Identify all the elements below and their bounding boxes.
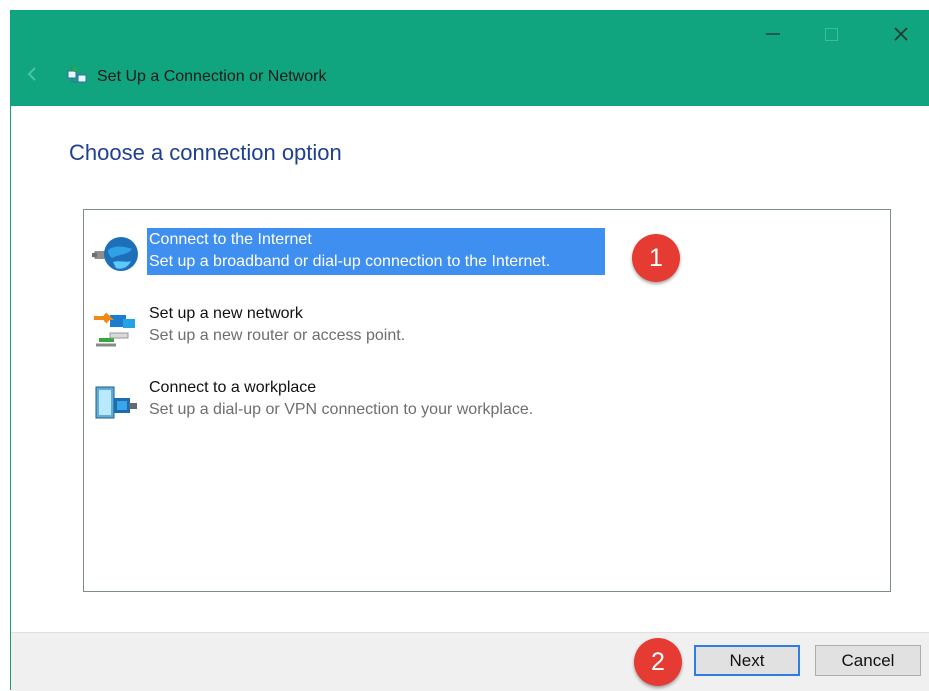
minimize-icon <box>766 33 780 35</box>
workplace-icon <box>95 386 137 419</box>
option-workplace[interactable]: Connect to a workplace Set up a dial-up … <box>84 376 844 430</box>
window-title: Set Up a Connection or Network <box>97 68 327 85</box>
option-new-network[interactable]: Set up a new network Set up a new router… <box>84 302 844 356</box>
option-label-connect-internet[interactable]: Connect to the Internet Set up a broadba… <box>147 228 605 275</box>
network-setup-icon <box>94 312 135 347</box>
connection-options-list[interactable]: Connect to the Internet Set up a broadba… <box>83 209 891 592</box>
close-button[interactable] <box>879 20 923 48</box>
step-badge-one: 1 <box>632 234 680 282</box>
option-label-workplace[interactable]: Connect to a workplace Set up a dial-up … <box>147 376 535 423</box>
option-connect-internet[interactable]: Connect to the Internet Set up a broadba… <box>84 228 844 282</box>
connection-wizard-window: Set Up a Connection or Network Choose a … <box>10 10 929 691</box>
title-bar: Set Up a Connection or Network <box>11 10 929 106</box>
option-label-new-network[interactable]: Set up a new network Set up a new router… <box>147 302 407 349</box>
option-title: Connect to a workplace <box>149 379 317 396</box>
option-description: Set up a dial-up or VPN connection to yo… <box>149 401 534 418</box>
globe-icon <box>92 237 138 271</box>
network-wizard-icon <box>67 67 87 83</box>
maximize-icon <box>824 27 838 41</box>
option-title: Set up a new network <box>149 305 303 322</box>
minimize-button[interactable] <box>751 20 795 48</box>
option-description: Set up a new router or access point. <box>149 327 406 344</box>
next-button[interactable]: Next <box>694 645 800 676</box>
maximize-button[interactable] <box>809 20 853 48</box>
page-title: Choose a connection option <box>69 140 342 165</box>
option-title: Connect to the Internet <box>149 231 312 248</box>
cancel-button[interactable]: Cancel <box>815 645 921 676</box>
option-description: Set up a broadband or dial-up connection… <box>149 253 551 270</box>
back-button[interactable] <box>25 66 45 86</box>
step-badge-two: 2 <box>634 638 682 686</box>
back-arrow-icon <box>27 67 36 81</box>
close-icon <box>894 27 908 41</box>
